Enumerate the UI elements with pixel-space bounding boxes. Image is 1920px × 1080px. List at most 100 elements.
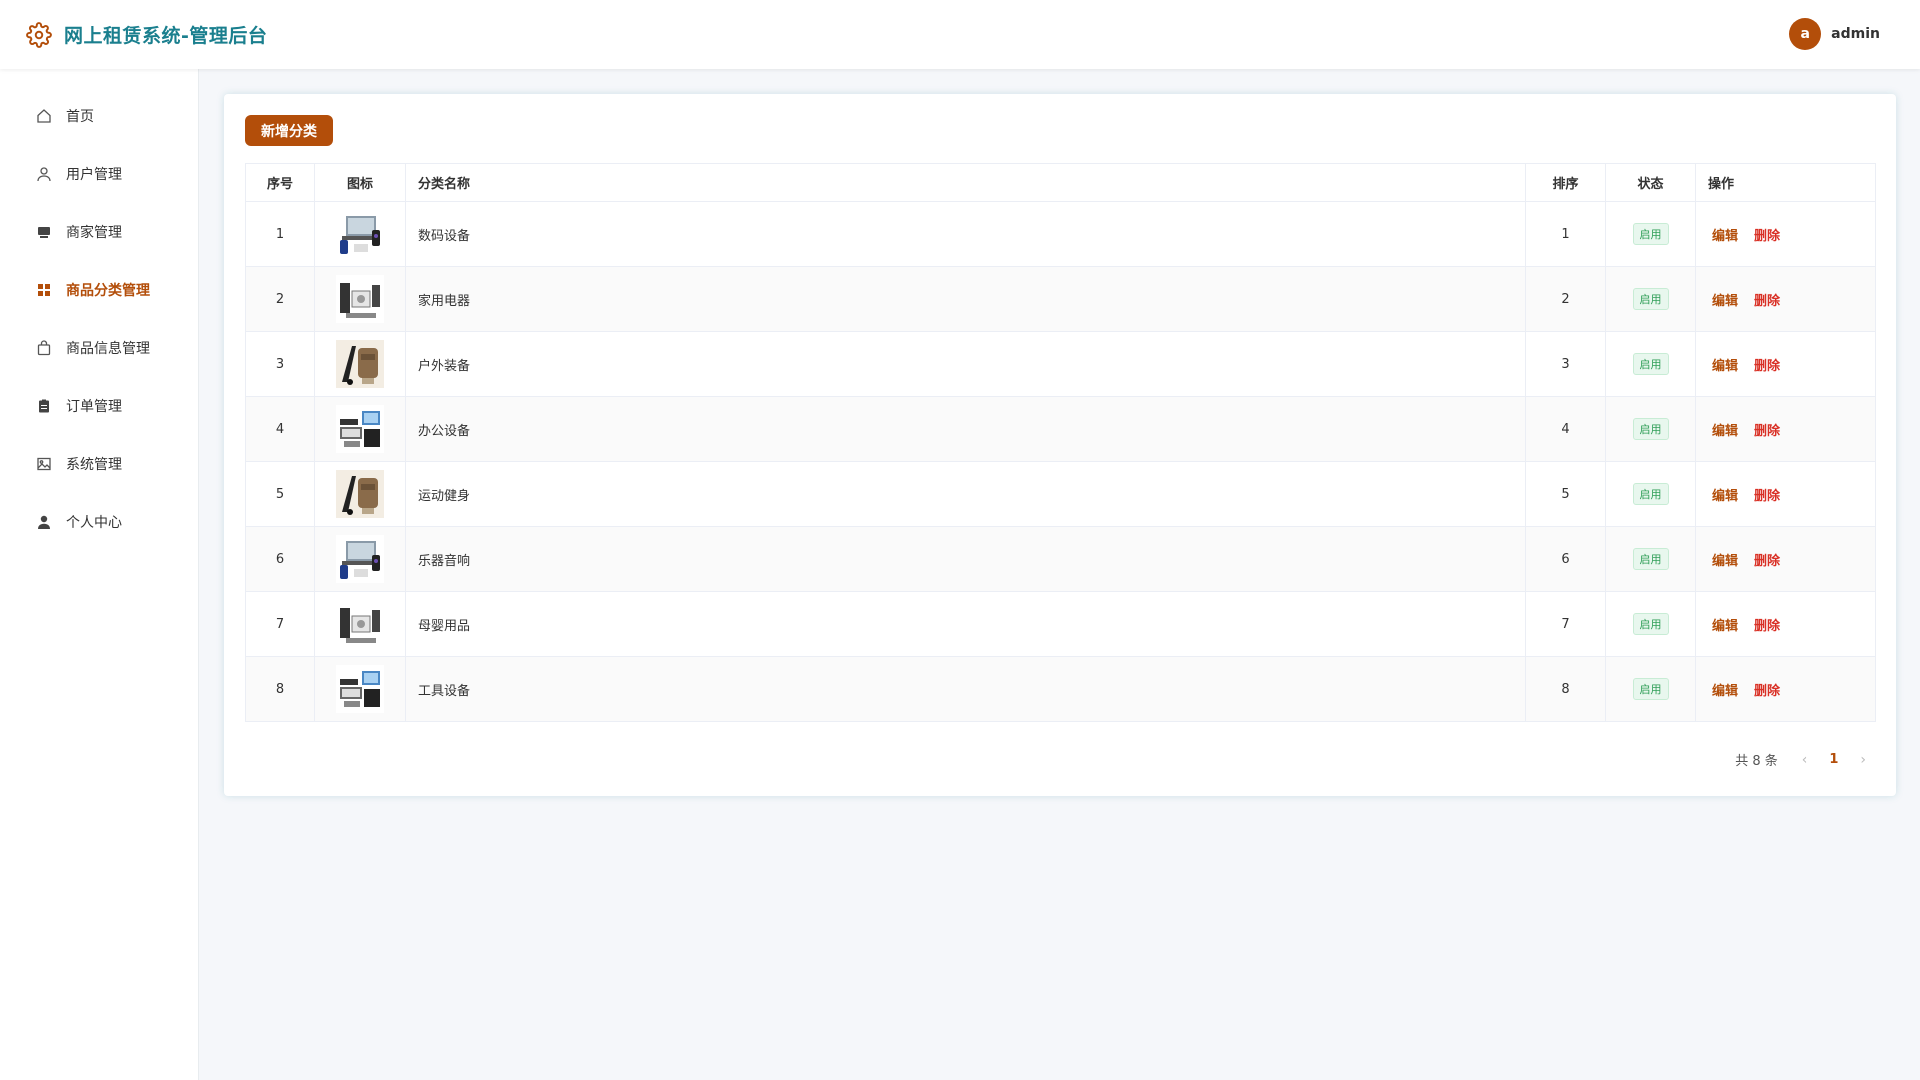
store-icon <box>36 224 52 240</box>
person-icon <box>36 514 52 530</box>
pagination: 共 8 条 ‹ 1 › <box>1735 750 1866 770</box>
table-row: 3 户外装备 3 启用 编辑 删除 <box>245 331 1876 397</box>
appliance-thumbnail <box>336 275 384 323</box>
row-icon-cell <box>314 201 406 267</box>
app-title: 网上租赁系统-管理后台 <box>64 25 268 47</box>
top-header: 网上租赁系统-管理后台 a admin <box>0 0 1920 69</box>
office-thumbnail <box>336 665 384 713</box>
table-row: 5 运动健身 5 启用 编辑 删除 <box>245 461 1876 527</box>
delete-button[interactable]: 删除 <box>1754 554 1780 569</box>
user-icon <box>36 166 52 182</box>
avatar[interactable]: a <box>1789 18 1822 50</box>
row-icon-cell <box>314 591 406 657</box>
delete-button[interactable]: 删除 <box>1754 424 1780 439</box>
sidebar-item-label: 系统管理 <box>66 457 122 473</box>
row-icon-cell <box>314 656 406 722</box>
row-actions-cell: 编辑 删除 <box>1695 331 1876 397</box>
row-status-cell: 启用 <box>1605 266 1696 332</box>
row-index: 4 <box>245 396 315 462</box>
row-index: 5 <box>245 461 315 527</box>
outdoor-thumbnail <box>336 470 384 518</box>
table-row: 1 数码设备 1 启用 编辑 删除 <box>245 201 1876 267</box>
row-sort: 6 <box>1525 526 1606 592</box>
row-index: 1 <box>245 201 315 267</box>
status-badge: 启用 <box>1632 418 1669 440</box>
edit-button[interactable]: 编辑 <box>1712 554 1738 569</box>
delete-button[interactable]: 删除 <box>1754 229 1780 244</box>
sidebar-item-merchants[interactable]: 商家管理 <box>0 203 199 261</box>
status-badge: 启用 <box>1632 613 1669 635</box>
row-category-name: 家用电器 <box>405 266 1526 332</box>
row-actions-cell: 编辑 删除 <box>1695 526 1876 592</box>
row-status-cell: 启用 <box>1605 201 1696 267</box>
delete-button[interactable]: 删除 <box>1754 619 1780 634</box>
add-category-button[interactable]: 新增分类 <box>245 115 333 146</box>
table-row: 2 家用电器 2 启用 编辑 删除 <box>245 266 1876 332</box>
pagination-total: 共 8 条 <box>1735 754 1778 769</box>
edit-button[interactable]: 编辑 <box>1712 489 1738 504</box>
row-sort: 2 <box>1525 266 1606 332</box>
row-icon-cell <box>314 396 406 462</box>
row-sort: 4 <box>1525 396 1606 462</box>
delete-button[interactable]: 删除 <box>1754 489 1780 504</box>
status-badge: 启用 <box>1632 548 1669 570</box>
row-actions-cell: 编辑 删除 <box>1695 656 1876 722</box>
sidebar-item-category[interactable]: 商品分类管理 <box>0 261 199 319</box>
col-header-index: 序号 <box>245 163 315 202</box>
row-index: 7 <box>245 591 315 657</box>
chevron-left-icon[interactable]: ‹ <box>1802 752 1808 768</box>
row-icon-cell <box>314 331 406 397</box>
table-row: 6 乐器音响 6 启用 编辑 删除 <box>245 526 1876 592</box>
sidebar-item-label: 商家管理 <box>66 225 122 241</box>
sidebar-item-orders[interactable]: 订单管理 <box>0 377 199 435</box>
row-actions-cell: 编辑 删除 <box>1695 266 1876 332</box>
row-status-cell: 启用 <box>1605 461 1696 527</box>
delete-button[interactable]: 删除 <box>1754 294 1780 309</box>
row-sort: 1 <box>1525 201 1606 267</box>
username[interactable]: admin <box>1831 26 1880 42</box>
col-header-status: 状态 <box>1605 163 1696 202</box>
edit-button[interactable]: 编辑 <box>1712 424 1738 439</box>
col-header-sort: 排序 <box>1525 163 1606 202</box>
row-actions-cell: 编辑 删除 <box>1695 396 1876 462</box>
sidebar-item-label: 商品分类管理 <box>66 283 150 299</box>
row-category-name: 数码设备 <box>405 201 1526 267</box>
sidebar-item-home[interactable]: 首页 <box>0 87 199 145</box>
row-status-cell: 启用 <box>1605 331 1696 397</box>
page-number[interactable]: 1 <box>1829 752 1838 767</box>
row-index: 8 <box>245 656 315 722</box>
row-status-cell: 启用 <box>1605 396 1696 462</box>
sidebar-item-profile[interactable]: 个人中心 <box>0 493 199 551</box>
row-index: 3 <box>245 331 315 397</box>
chevron-right-icon[interactable]: › <box>1860 752 1866 768</box>
row-category-name: 母婴用品 <box>405 591 1526 657</box>
gear-icon <box>26 21 52 48</box>
table-row: 8 工具设备 8 启用 编辑 删除 <box>245 656 1876 722</box>
sidebar-item-products[interactable]: 商品信息管理 <box>0 319 199 377</box>
row-status-cell: 启用 <box>1605 526 1696 592</box>
edit-button[interactable]: 编辑 <box>1712 684 1738 699</box>
row-index: 2 <box>245 266 315 332</box>
sidebar-item-label: 订单管理 <box>66 399 122 415</box>
edit-button[interactable]: 编辑 <box>1712 619 1738 634</box>
status-badge: 启用 <box>1632 288 1669 310</box>
user-menu[interactable]: a admin <box>1789 18 1880 50</box>
edit-button[interactable]: 编辑 <box>1712 359 1738 374</box>
status-badge: 启用 <box>1632 678 1669 700</box>
sidebar-item-label: 用户管理 <box>66 167 122 183</box>
table-row: 4 办公设备 4 启用 编辑 删除 <box>245 396 1876 462</box>
row-status-cell: 启用 <box>1605 656 1696 722</box>
delete-button[interactable]: 删除 <box>1754 684 1780 699</box>
row-icon-cell <box>314 526 406 592</box>
edit-button[interactable]: 编辑 <box>1712 229 1738 244</box>
brand: 网上租赁系统-管理后台 <box>26 21 267 48</box>
home-icon <box>36 108 52 124</box>
sidebar-item-system[interactable]: 系统管理 <box>0 435 199 493</box>
edit-button[interactable]: 编辑 <box>1712 294 1738 309</box>
delete-button[interactable]: 删除 <box>1754 359 1780 374</box>
status-badge: 启用 <box>1632 353 1669 375</box>
sidebar-item-users[interactable]: 用户管理 <box>0 145 199 203</box>
table-row: 7 母婴用品 7 启用 编辑 删除 <box>245 591 1876 657</box>
category-panel: 新增分类 序号 图标 分类名称 排序 状态 操作 1 数码设备 1 启用 编辑 删除 2 家用… <box>224 94 1896 796</box>
sidebar-item-label: 首页 <box>66 109 94 125</box>
